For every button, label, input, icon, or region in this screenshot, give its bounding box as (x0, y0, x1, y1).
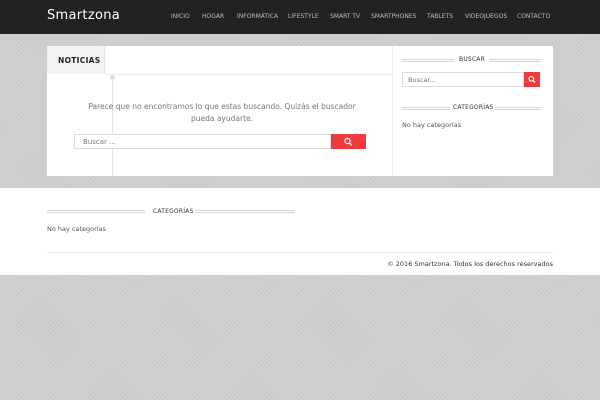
nav-item-tablets[interactable]: TABLETS (427, 13, 453, 20)
widget-title-rule-left (402, 59, 454, 62)
top-navigation-bar: Smartzona INICIO HOGAR INFORMÁTICA LIFES… (0, 0, 600, 34)
sidebar-categories-title: CATEGORÍAS (453, 104, 494, 111)
main-search-input[interactable] (74, 134, 331, 149)
widget-title-rule-left (47, 210, 145, 213)
tab-divider (105, 74, 392, 75)
nav-item-lifestyle[interactable]: LIFESTYLE (288, 13, 319, 20)
search-icon (344, 137, 353, 146)
sidebar-search-button[interactable] (524, 72, 540, 87)
copyright-text: © 2016 Smartzona. Todos los derechos res… (387, 260, 553, 268)
content-panel: NOTICIAS Parece que no encontramos lo qu… (47, 46, 553, 176)
widget-title-rule-right (495, 107, 541, 110)
nav-item-hogar[interactable]: HOGAR (202, 13, 224, 20)
footer-divider (47, 252, 553, 253)
sidebar-divider (392, 46, 393, 176)
nav-item-inicio[interactable]: INICIO (171, 13, 190, 20)
main-search-button[interactable] (331, 134, 366, 149)
nav-item-smart-tv[interactable]: SMART TV (330, 13, 360, 20)
search-icon (528, 75, 536, 83)
site-logo[interactable]: Smartzona (47, 8, 120, 23)
nav-item-smartphones[interactable]: SMARTPHONES (371, 13, 416, 20)
sidebar-categories-empty: No hay categorías (402, 121, 461, 129)
footer: CATEGORÍAS No hay categorías © 2016 Smar… (0, 188, 600, 275)
nav-item-informatica[interactable]: INFORMÁTICA (237, 13, 278, 20)
widget-title-rule-left (402, 107, 450, 110)
nav-item-contacto[interactable]: CONTACTO (517, 13, 550, 20)
footer-categories-empty: No hay categorías (47, 225, 106, 233)
widget-title-rule-right (489, 59, 541, 62)
nav-item-videojuegos[interactable]: VIDEOJUEGOS (465, 13, 507, 20)
not-found-message: Parece que no encontramos lo que estas b… (88, 102, 356, 123)
widget-title-rule-right (196, 210, 295, 213)
timeline-line (112, 78, 113, 176)
sidebar-search-input[interactable] (402, 72, 524, 87)
tab-noticias-label: NOTICIAS (58, 56, 101, 65)
tab-noticias[interactable]: NOTICIAS (47, 46, 105, 74)
sidebar-search-title: BUSCAR (459, 56, 485, 63)
footer-categories-title: CATEGORÍAS (153, 208, 194, 215)
